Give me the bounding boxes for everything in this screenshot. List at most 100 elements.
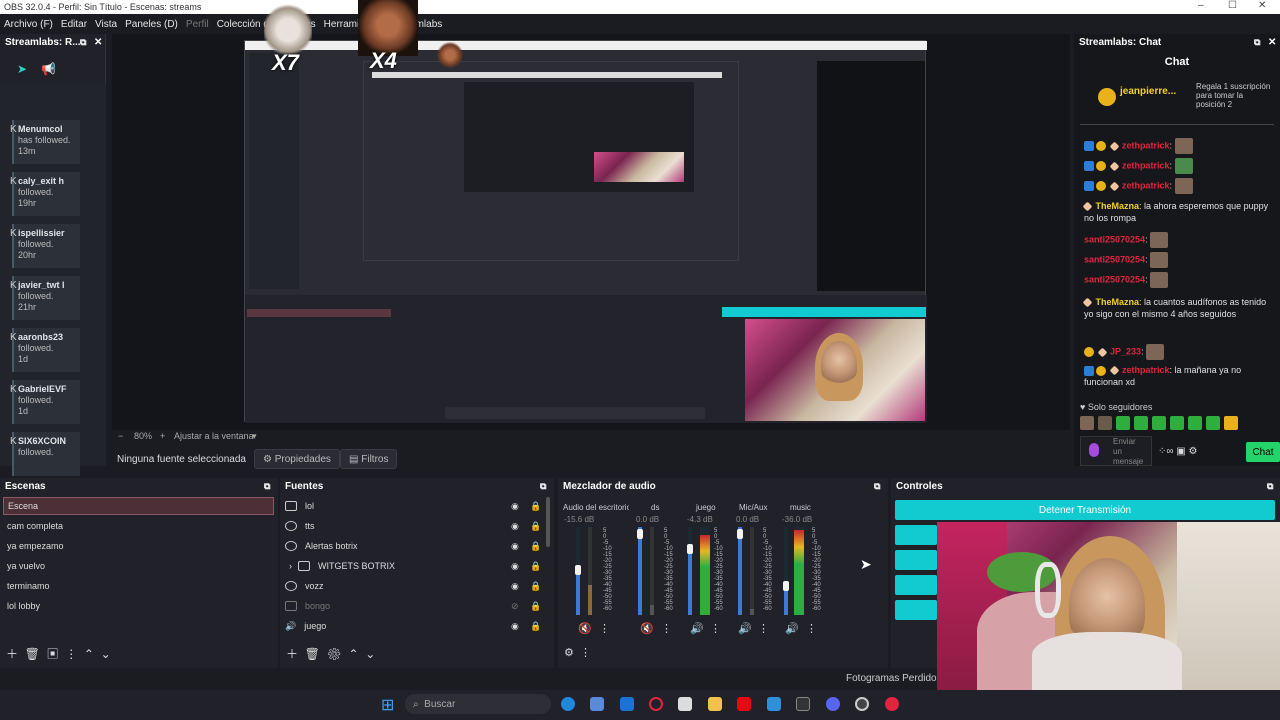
speaker-icon[interactable]: 🔊 (738, 622, 752, 635)
chat-input[interactable]: Enviar un mensaje (1080, 436, 1152, 466)
filters-button[interactable]: ▤ Filtros (340, 449, 398, 469)
zoom-out-icon[interactable]: − (118, 431, 123, 441)
source-toolbar[interactable]: ＋ 🗑 ⚙ ⌃ ⌄ (286, 645, 375, 662)
eye-icon[interactable]: ◉ (511, 521, 519, 532)
chat-user[interactable]: zethpatrick (1122, 180, 1170, 190)
app-icon[interactable] (678, 697, 692, 711)
source-item[interactable]: Alertas botrix ◉ 🔒 (285, 537, 545, 555)
app-icon[interactable] (767, 697, 781, 711)
menu-edit[interactable]: Editar (61, 19, 87, 30)
popout-icon[interactable]: ⧉ (874, 481, 880, 492)
close-icon[interactable]: ✕ (1258, 0, 1266, 11)
chevron-down-icon[interactable]: ▾ (252, 431, 257, 442)
scene-item[interactable]: lol lobby (3, 597, 274, 615)
app-icon[interactable] (885, 697, 899, 711)
volume-slider-track[interactable] (688, 527, 692, 615)
scene-item[interactable]: Escena (3, 497, 274, 515)
popout-icon[interactable]: ⧉ (1267, 481, 1273, 492)
speaker-icon[interactable]: 🔊 (785, 622, 799, 635)
studio-mode-button[interactable] (895, 575, 937, 595)
volume-slider-handle[interactable] (575, 565, 581, 575)
mixer-settings-icon[interactable]: ⚙ ⋮ (564, 646, 591, 659)
settings-button[interactable] (895, 600, 937, 620)
scene-item[interactable]: ya vuelvo (3, 557, 274, 575)
close-icon[interactable]: ✕ (94, 37, 102, 48)
start-recording-button[interactable] (895, 525, 937, 545)
chat-user[interactable]: TheMazna (1096, 201, 1140, 211)
maximize-icon[interactable]: ☐ (1228, 0, 1237, 11)
scene-item[interactable]: ya empezamo (3, 537, 274, 555)
menu-docks[interactable]: Paneles (D) (125, 19, 178, 30)
send-icon[interactable]: ➤ (17, 62, 27, 76)
windows-start-icon[interactable]: ⊞ (381, 695, 394, 715)
chat-user[interactable]: zethpatrick (1122, 140, 1170, 150)
muted-speaker-icon[interactable]: 🔇 (640, 622, 654, 635)
emote-row[interactable] (1080, 416, 1270, 432)
kebab-menu-icon[interactable]: ⋮ (806, 622, 817, 635)
scene-toolbar[interactable]: ＋ 🗑 ▣ ⋮ ⌃ ⌄ (6, 645, 111, 662)
source-item[interactable]: 🔊 juego ◉ 🔒 (285, 617, 545, 635)
volume-slider-handle[interactable] (737, 529, 743, 539)
edge-icon[interactable] (561, 697, 575, 711)
chevron-right-icon[interactable]: › (289, 561, 292, 571)
mic-icon[interactable] (1089, 443, 1099, 457)
eye-icon[interactable]: ◉ (511, 561, 519, 572)
popout-icon[interactable]: ⧉ (80, 37, 86, 48)
close-icon[interactable]: ✕ (1268, 37, 1276, 48)
scrollbar[interactable] (546, 497, 550, 547)
virtual-camera-button[interactable] (895, 550, 937, 570)
chat-tools-icons[interactable]: ⁘∞ ▣ ⚙ (1158, 446, 1197, 457)
zoom-in-icon[interactable]: + (160, 431, 165, 441)
chat-user[interactable]: santi25070254 (1084, 274, 1145, 284)
stop-streaming-button[interactable]: Detener Transmisión (895, 500, 1275, 520)
chat-user[interactable]: JP_233 (1110, 346, 1141, 356)
eye-icon[interactable]: ◉ (511, 541, 519, 552)
source-item[interactable]: tts ◉ 🔒 (285, 517, 545, 535)
volume-slider-handle[interactable] (783, 581, 789, 591)
lock-icon[interactable]: 🔒 (530, 501, 541, 512)
megaphone-icon[interactable]: 📢 (41, 62, 56, 76)
volume-slider-track[interactable] (738, 527, 742, 615)
chat-send-button[interactable]: Chat (1246, 442, 1280, 462)
muted-speaker-icon[interactable]: 🔇 (578, 622, 592, 635)
lock-icon[interactable]: 🔒 (530, 521, 541, 532)
lock-icon[interactable]: 🔒 (530, 601, 541, 612)
preview-canvas[interactable] (244, 40, 927, 423)
opera-icon[interactable] (649, 697, 663, 711)
lock-icon[interactable]: 🔒 (530, 581, 541, 592)
file-explorer-icon[interactable] (708, 697, 722, 711)
eye-icon[interactable]: ◉ (511, 501, 519, 512)
chat-user[interactable]: zethpatrick (1122, 365, 1170, 375)
chat-user[interactable]: santi25070254 (1084, 234, 1145, 244)
lock-icon[interactable]: 🔒 (530, 621, 541, 632)
chat-user[interactable]: TheMazna (1096, 297, 1140, 307)
menu-profile[interactable]: Perfil (186, 19, 209, 30)
source-item[interactable]: › WITGETS BOTRIX ◉ 🔒 (285, 557, 545, 575)
eye-icon[interactable]: ◉ (511, 621, 519, 632)
kebab-menu-icon[interactable]: ⋮ (758, 622, 769, 635)
source-item[interactable]: lol ◉ 🔒 (285, 497, 545, 515)
menu-file[interactable]: Archivo (F) (4, 19, 53, 30)
volume-slider-track[interactable] (638, 527, 642, 615)
volume-slider-track[interactable] (784, 527, 788, 615)
lock-icon[interactable]: 🔒 (530, 541, 541, 552)
popout-icon[interactable]: ⧉ (1254, 37, 1260, 48)
obs-icon[interactable] (855, 697, 869, 711)
kebab-menu-icon[interactable]: ⋮ (710, 622, 721, 635)
popout-icon[interactable]: ⧉ (540, 481, 546, 492)
properties-button[interactable]: ⚙ Propiedades (254, 449, 340, 469)
discord-icon[interactable] (826, 697, 840, 711)
store-icon[interactable] (590, 697, 604, 711)
pdf-icon[interactable] (796, 697, 810, 711)
speaker-icon[interactable]: 🔊 (690, 622, 704, 635)
volume-slider-handle[interactable] (637, 529, 643, 539)
scene-item[interactable]: cam completa (3, 517, 274, 535)
kebab-menu-icon[interactable]: ⋮ (599, 622, 610, 635)
source-item[interactable]: bongo ⊘ 🔒 (285, 597, 545, 615)
eye-icon[interactable]: ◉ (511, 581, 519, 592)
source-item[interactable]: vozz ◉ 🔒 (285, 577, 545, 595)
taskbar-search[interactable]: ⌕ Buscar (405, 694, 551, 714)
volume-slider-handle[interactable] (687, 544, 693, 554)
kebab-menu-icon[interactable]: ⋮ (661, 622, 672, 635)
menu-view[interactable]: Vista (95, 19, 117, 30)
